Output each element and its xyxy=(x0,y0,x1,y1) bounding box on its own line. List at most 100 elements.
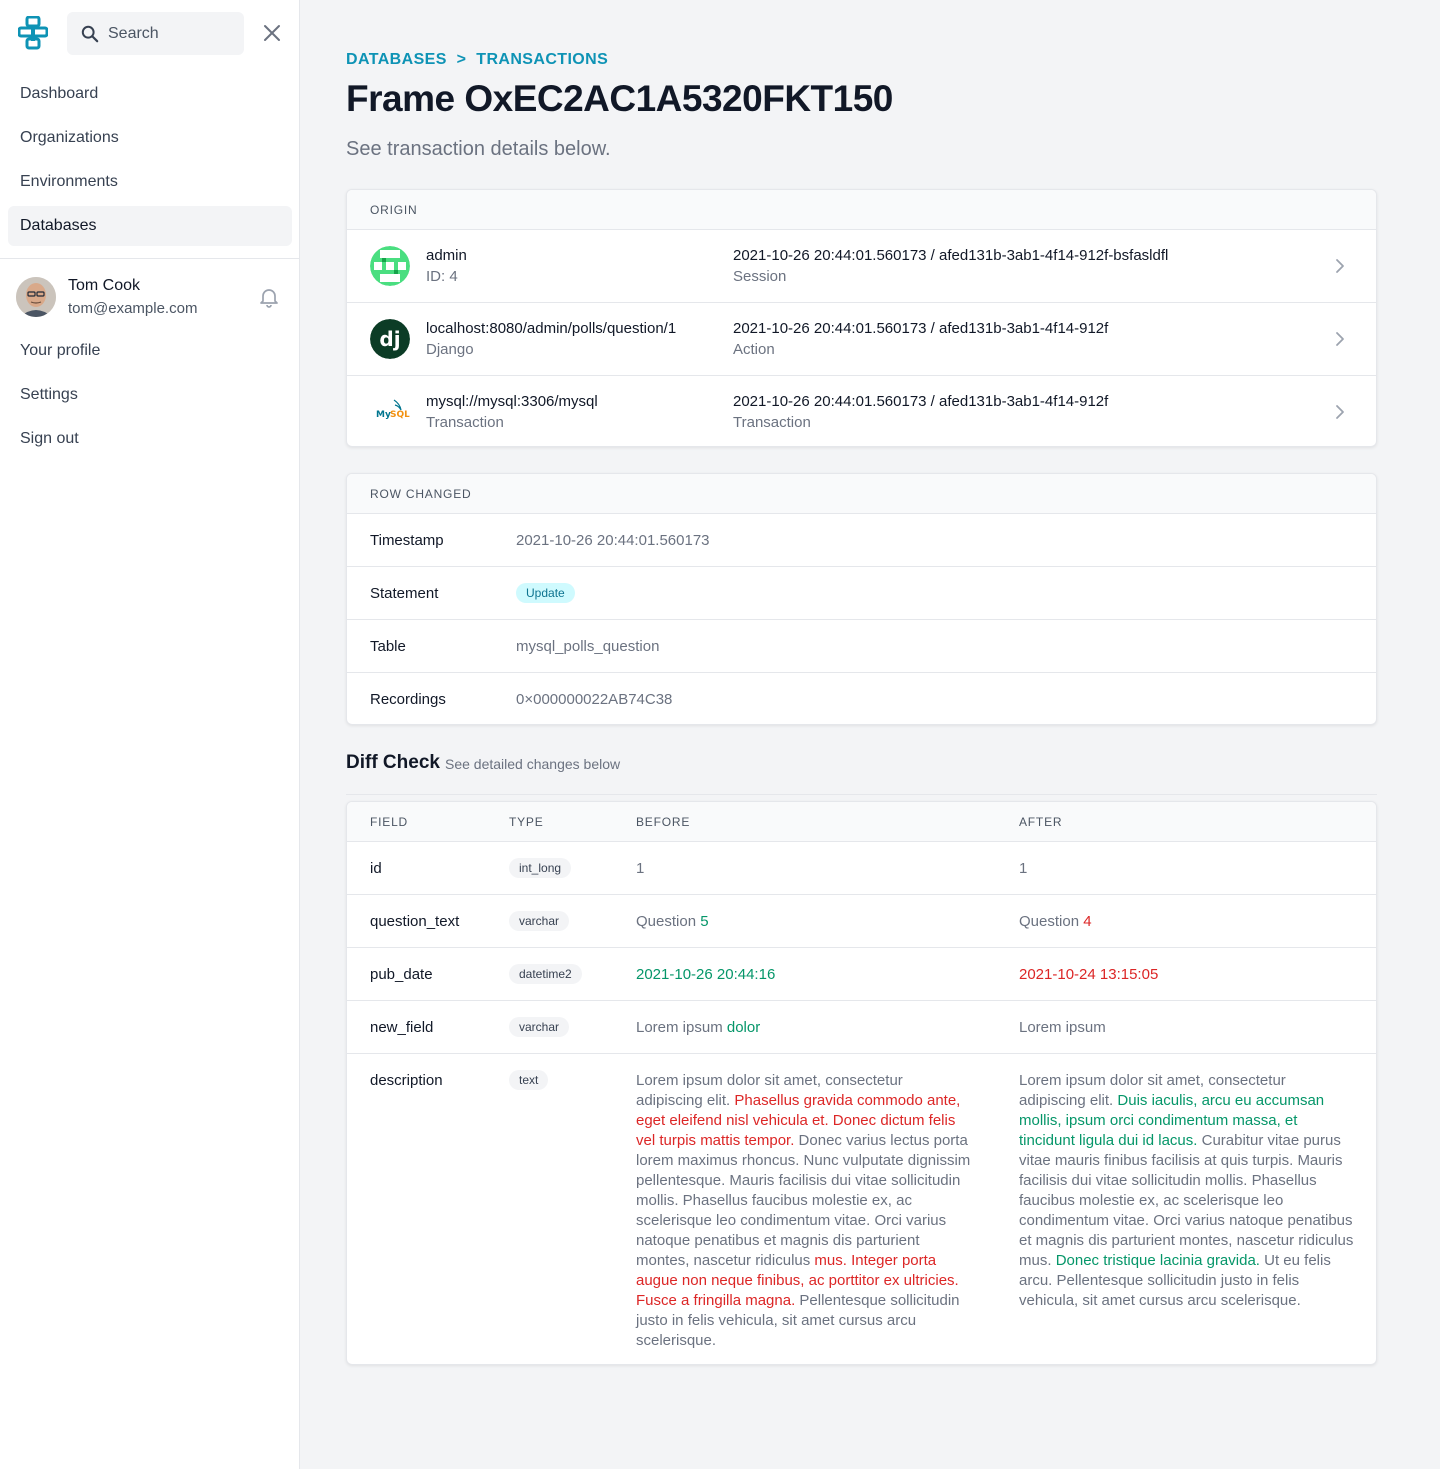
nav-item-sign-out[interactable]: Sign out xyxy=(8,419,292,459)
type-badge: text xyxy=(509,1070,549,1090)
diff-table-header: FIELD TYPE BEFORE AFTER xyxy=(347,802,1376,842)
mysql-logo-icon: My SQL xyxy=(370,392,410,432)
type-badge: varchar xyxy=(509,911,570,931)
field-name: pub_date xyxy=(370,966,433,983)
user-nav: Your profile Settings Sign out xyxy=(8,331,292,463)
page-title: Frame OxEC2AC1A5320FKT150 xyxy=(346,78,893,119)
nav-item-dashboard[interactable]: Dashboard xyxy=(8,74,292,114)
row-changed-heading: ROW CHANGED xyxy=(347,474,1376,514)
table-row: question_text varchar Question 5 Questio… xyxy=(347,895,1376,948)
origin-card: ORIGIN admin ID: 4 2021-10-26 20:44:01.5… xyxy=(346,189,1377,447)
column-header-field: FIELD xyxy=(370,815,409,829)
nav-item-settings[interactable]: Settings xyxy=(8,375,292,415)
before-highlight: 5 xyxy=(700,913,709,930)
after-highlight: 4 xyxy=(1083,913,1092,930)
type-badge: varchar xyxy=(509,1017,570,1037)
statement-badge: Update xyxy=(516,583,575,603)
field-name: id xyxy=(370,860,382,877)
kv-label: Table xyxy=(370,638,406,655)
after-value: 1 xyxy=(1019,860,1028,877)
field-name: new_field xyxy=(370,1019,434,1036)
before-value: Lorem ipsum dolor xyxy=(636,1019,760,1036)
origin-meta: 2021-10-26 20:44:01.560173 / afed131b-3a… xyxy=(733,393,1109,410)
table-row: new_field varchar Lorem ipsum dolor Lore… xyxy=(347,1001,1376,1054)
origin-row-session[interactable]: admin ID: 4 2021-10-26 20:44:01.560173 /… xyxy=(347,230,1376,303)
diff-table: FIELD TYPE BEFORE AFTER id int_long 1 1 … xyxy=(346,801,1377,1365)
page-subtitle: See transaction details below. xyxy=(346,138,611,160)
search-placeholder: Search xyxy=(108,24,159,42)
after-value: Lorem ipsum dolor sit amet, consectetur … xyxy=(1019,1071,1354,1311)
admin-avatar-icon xyxy=(370,246,410,286)
row-timestamp: Timestamp 2021-10-26 20:44:01.560173 xyxy=(347,514,1376,567)
close-icon[interactable] xyxy=(261,22,283,44)
origin-kind: Action xyxy=(733,341,775,358)
before-segment: Donec varius lectus porta lorem maximus … xyxy=(636,1132,971,1269)
django-logo-icon: dj xyxy=(370,319,410,359)
sidebar: Search Dashboard Organizations Environme… xyxy=(0,0,300,1469)
before-value: Question 5 xyxy=(636,913,709,930)
diff-divider xyxy=(346,794,1377,795)
origin-sub: ID: 4 xyxy=(426,268,458,285)
row-changed-card: ROW CHANGED Timestamp 2021-10-26 20:44:0… xyxy=(346,473,1377,725)
origin-kind: Session xyxy=(733,268,787,285)
type-badge: int_long xyxy=(509,858,572,878)
row-statement: Statement Update xyxy=(347,567,1376,620)
nav-item-organizations[interactable]: Organizations xyxy=(8,118,292,158)
breadcrumb-databases[interactable]: DATABASES xyxy=(346,51,447,68)
user-profile: Tom Cook tom@example.com xyxy=(16,275,286,319)
search-input[interactable]: Search xyxy=(67,12,244,55)
kv-label: Recordings xyxy=(370,691,446,708)
nav-item-your-profile[interactable]: Your profile xyxy=(8,331,292,371)
table-row: description text Lorem ipsum dolor sit a… xyxy=(347,1054,1376,1364)
origin-row-transaction[interactable]: My SQL mysql://mysql:3306/mysql Transact… xyxy=(347,376,1376,446)
bell-icon[interactable] xyxy=(258,286,280,308)
origin-kind: Transaction xyxy=(733,414,811,431)
before-plain: Lorem ipsum xyxy=(636,1019,727,1036)
svg-text:My: My xyxy=(376,410,391,420)
kv-value: mysql_polls_question xyxy=(516,638,660,655)
origin-sub: Transaction xyxy=(426,414,504,431)
chevron-right-icon[interactable] xyxy=(1332,403,1348,421)
field-name: question_text xyxy=(370,913,460,930)
user-name: Tom Cook xyxy=(68,277,141,294)
origin-meta: 2021-10-26 20:44:01.560173 / afed131b-3a… xyxy=(733,247,1169,264)
search-icon xyxy=(81,25,99,42)
column-header-before: BEFORE xyxy=(636,815,691,829)
kv-label: Statement xyxy=(370,585,439,602)
kv-label: Timestamp xyxy=(370,532,444,549)
primary-nav: Dashboard Organizations Environments Dat… xyxy=(8,74,292,250)
after-plain: Question xyxy=(1019,913,1084,930)
after-value: 2021-10-24 13:15:05 xyxy=(1019,966,1159,983)
chevron-right-icon[interactable] xyxy=(1332,330,1348,348)
row-table: Table mysql_polls_question xyxy=(347,620,1376,673)
column-header-type: TYPE xyxy=(509,815,544,829)
field-name: description xyxy=(370,1072,443,1089)
before-plain: Question xyxy=(636,913,701,930)
before-value: Lorem ipsum dolor sit amet, consectetur … xyxy=(636,1071,971,1351)
breadcrumb-transactions[interactable]: TRANSACTIONS xyxy=(476,51,608,68)
before-value: 1 xyxy=(636,860,645,877)
before-value: 2021-10-26 20:44:16 xyxy=(636,966,776,983)
table-row: id int_long 1 1 xyxy=(347,842,1376,895)
breadcrumb: DATABASES > TRANSACTIONS xyxy=(346,51,613,69)
origin-row-action[interactable]: dj localhost:8080/admin/polls/question/1… xyxy=(347,303,1376,376)
nav-item-environments[interactable]: Environments xyxy=(8,162,292,202)
logo-icon[interactable] xyxy=(18,16,48,50)
diff-title: Diff Check xyxy=(346,752,440,773)
origin-heading: ORIGIN xyxy=(347,190,1376,230)
breadcrumb-separator: > xyxy=(456,51,467,68)
table-row: pub_date datetime2 2021-10-26 20:44:16 2… xyxy=(347,948,1376,1001)
avatar[interactable] xyxy=(16,277,56,317)
sidebar-divider xyxy=(0,258,300,259)
before-highlight: dolor xyxy=(726,1019,761,1036)
after-added: Donec tristique lacinia gravida. xyxy=(1055,1252,1260,1269)
origin-meta: 2021-10-26 20:44:01.560173 / afed131b-3a… xyxy=(733,320,1109,337)
svg-text:dj: dj xyxy=(379,327,400,351)
diff-subtitle: See detailed changes below xyxy=(445,756,621,772)
type-badge: datetime2 xyxy=(509,964,582,984)
origin-sub: Django xyxy=(426,341,474,358)
chevron-right-icon[interactable] xyxy=(1332,257,1348,275)
row-recordings: Recordings 0×000000022AB74C38 xyxy=(347,673,1376,724)
nav-item-databases[interactable]: Databases xyxy=(8,206,292,246)
column-header-after: AFTER xyxy=(1019,815,1063,829)
